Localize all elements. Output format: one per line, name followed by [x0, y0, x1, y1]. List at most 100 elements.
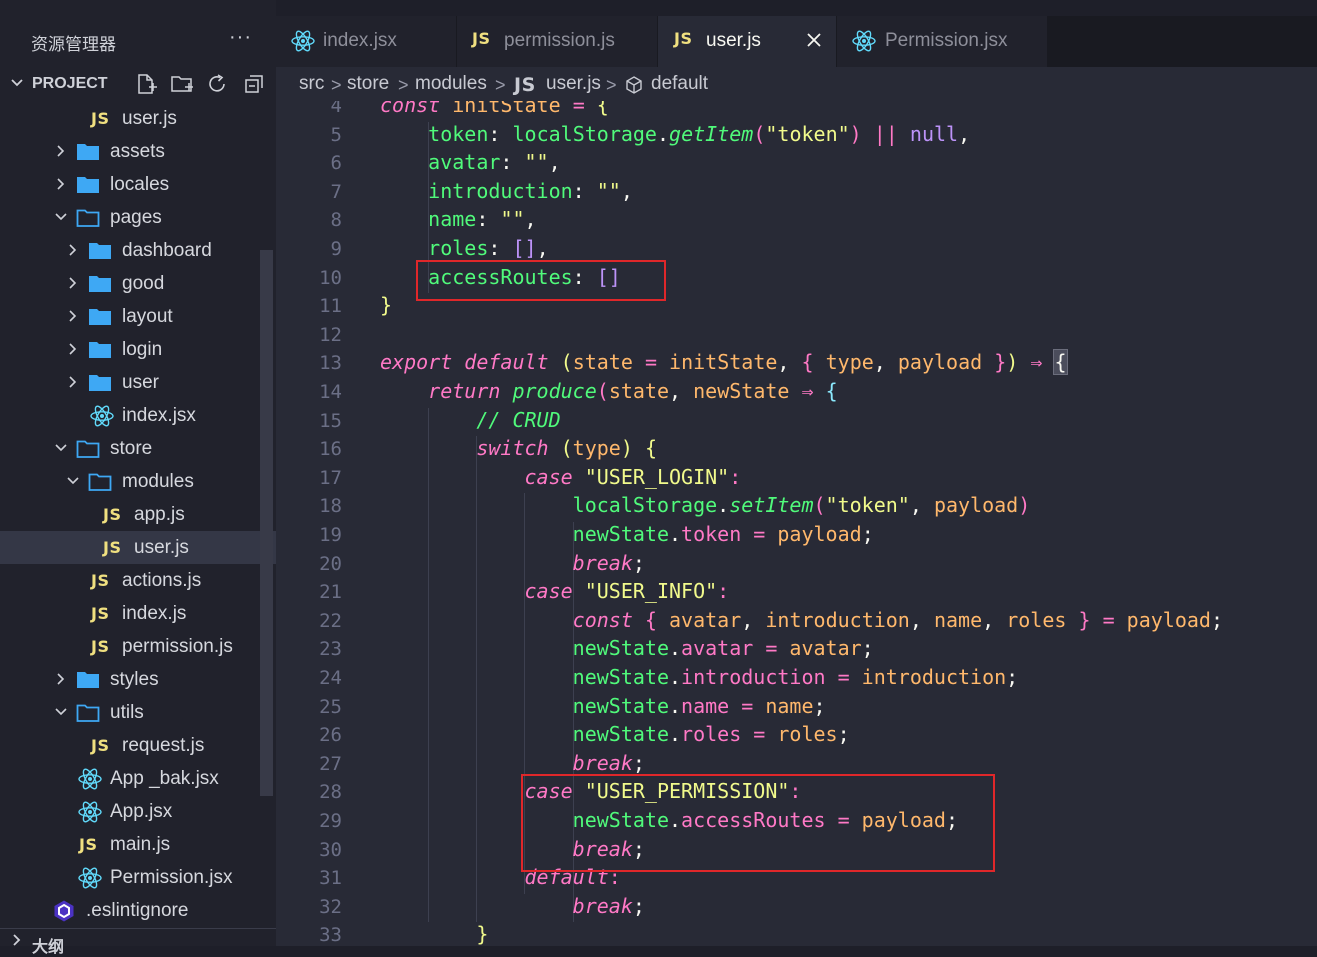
refresh-icon[interactable]	[206, 73, 230, 95]
tree-item[interactable]: good	[0, 267, 276, 300]
code-token: initState	[669, 350, 778, 375]
tab-permission-js[interactable]: JS permission.js	[457, 16, 658, 67]
tree-item[interactable]: JS permission.js	[0, 630, 276, 663]
code-editor[interactable]: 4 5 6 7 8 9 10 11 12 13 14 15 16 17 18 19 20 21 22 23 24 25 26…	[276, 101, 1317, 946]
tab-index-jsx[interactable]: index.jsx	[276, 16, 457, 67]
chevron-down-icon[interactable]	[66, 474, 80, 488]
tree-item-label: Permission.jsx	[110, 867, 233, 888]
tab-user-js[interactable]: JS user.js	[658, 16, 837, 67]
code-line[interactable]: newState.avatar = avatar;	[380, 636, 874, 660]
tab-permission-jsx[interactable]: Permission.jsx	[837, 16, 1048, 67]
tree-item[interactable]: JS index.js	[0, 597, 276, 630]
code-token: .	[656, 121, 670, 146]
chevron-right-icon[interactable]	[54, 672, 68, 686]
tree-item[interactable]: pages	[0, 201, 276, 234]
tree-item[interactable]: modules	[0, 465, 276, 498]
tree-item[interactable]: user	[0, 366, 276, 399]
tree-item[interactable]: assets	[0, 135, 276, 168]
tree-item[interactable]: dashboard	[0, 234, 276, 267]
tree-item[interactable]: index.jsx	[0, 399, 276, 432]
code-token: ,	[741, 607, 766, 632]
code-line[interactable]: const { avatar, introduction, name, role…	[380, 608, 1223, 632]
code-line[interactable]: break;	[380, 551, 645, 575]
code-token: )	[1006, 350, 1019, 375]
breadcrumb-default[interactable]: default	[651, 73, 708, 95]
code-token: getItem	[669, 121, 754, 146]
chevron-right-icon[interactable]	[66, 309, 80, 323]
chevron-right-icon[interactable]	[10, 933, 24, 947]
code-line[interactable]: newState.introduction = introduction;	[380, 665, 1019, 689]
code-line[interactable]: newState.roles = roles;	[380, 722, 850, 746]
chevron-right-icon[interactable]	[54, 144, 68, 158]
breadcrumb-src[interactable]: src	[299, 73, 324, 95]
tree-item[interactable]: Permission.jsx	[0, 861, 276, 894]
chevron-right-icon[interactable]	[66, 375, 80, 389]
tree-item[interactable]: locales	[0, 168, 276, 201]
code-line[interactable]: case "USER_INFO":	[380, 579, 730, 603]
code-line[interactable]: }	[380, 293, 392, 317]
more-actions-icon[interactable]: ···	[229, 26, 252, 49]
code-token: .	[668, 636, 682, 661]
tree-item[interactable]: login	[0, 333, 276, 366]
code-line[interactable]: name: "",	[380, 207, 536, 231]
code-line[interactable]: export default (state = initState, { typ…	[380, 349, 1068, 376]
react-icon	[90, 405, 114, 427]
tree-item[interactable]: .eslintignore	[0, 894, 276, 927]
chevron-down-icon[interactable]	[54, 441, 68, 455]
breadcrumb-user-js[interactable]: user.js	[546, 73, 601, 95]
code-line[interactable]: roles: [],	[380, 236, 548, 260]
code-token: (	[596, 379, 609, 403]
new-file-icon[interactable]	[134, 73, 158, 95]
tree-item[interactable]: JS main.js	[0, 828, 276, 861]
chevron-down-icon[interactable]	[54, 210, 68, 224]
code-line[interactable]: newState.token = payload;	[380, 522, 874, 546]
collapse-all-icon[interactable]	[242, 73, 266, 95]
code-line[interactable]: }	[380, 922, 488, 946]
tree-item[interactable]: JS user.js	[0, 102, 276, 135]
tree-item[interactable]: utils	[0, 696, 276, 729]
tree-scrollbar[interactable]	[260, 250, 273, 796]
code-line[interactable]: switch (type) {	[380, 436, 657, 460]
code-line[interactable]: break;	[380, 751, 645, 775]
tree-item[interactable]: styles	[0, 663, 276, 696]
chevron-right-icon[interactable]	[54, 177, 68, 191]
tree-item[interactable]: App.jsx	[0, 795, 276, 828]
tree-item[interactable]: App _bak.jsx	[0, 762, 276, 795]
chevron-down-icon[interactable]	[9, 75, 25, 91]
outline-section-header[interactable]: 大纲	[0, 928, 276, 956]
tree-item[interactable]: JS actions.js	[0, 564, 276, 597]
tree-item[interactable]: JS user.js	[0, 531, 276, 564]
chevron-down-icon[interactable]	[54, 705, 68, 719]
code-token: switch	[476, 436, 549, 461]
code-line[interactable]: localStorage.setItem("token", payload)	[380, 493, 1031, 517]
code-line[interactable]: return produce(state, newState ⇒ {	[380, 379, 837, 403]
code-line[interactable]: introduction: "",	[380, 179, 633, 203]
chevron-right-icon[interactable]	[66, 342, 80, 356]
code-token: }	[476, 922, 489, 946]
project-title: PROJECT	[32, 75, 108, 92]
tree-item[interactable]: layout	[0, 300, 276, 333]
chevron-right-icon[interactable]	[66, 243, 80, 257]
breadcrumb-store[interactable]: store	[347, 73, 389, 95]
tree-item[interactable]: JS app.js	[0, 498, 276, 531]
code-line[interactable]: avatar: "",	[380, 150, 560, 174]
tree-item[interactable]: store	[0, 432, 276, 465]
tree-item[interactable]: JS request.js	[0, 729, 276, 762]
code-line[interactable]: // CRUD	[380, 408, 560, 432]
line-number-gutter: 4 5 6 7 8 9 10 11 12 13 14 15 16 17 18 19 20 21 22 23 24 25 26…	[276, 101, 358, 946]
code-line[interactable]: case "USER_LOGIN":	[380, 465, 742, 489]
chevron-right-icon[interactable]	[66, 276, 80, 290]
code-line[interactable]: break;	[380, 894, 645, 918]
new-folder-icon[interactable]	[170, 73, 194, 95]
breadcrumb-modules[interactable]: modules	[415, 73, 487, 95]
code-token: ,	[777, 350, 802, 375]
code-line[interactable]: newState.name = name;	[380, 694, 826, 718]
close-icon[interactable]	[804, 30, 824, 50]
project-section-header[interactable]: PROJECT	[0, 67, 276, 101]
code-line[interactable]: const initState = {	[380, 101, 609, 117]
code-line[interactable]: token: localStorage.getItem("token") || …	[380, 122, 970, 146]
